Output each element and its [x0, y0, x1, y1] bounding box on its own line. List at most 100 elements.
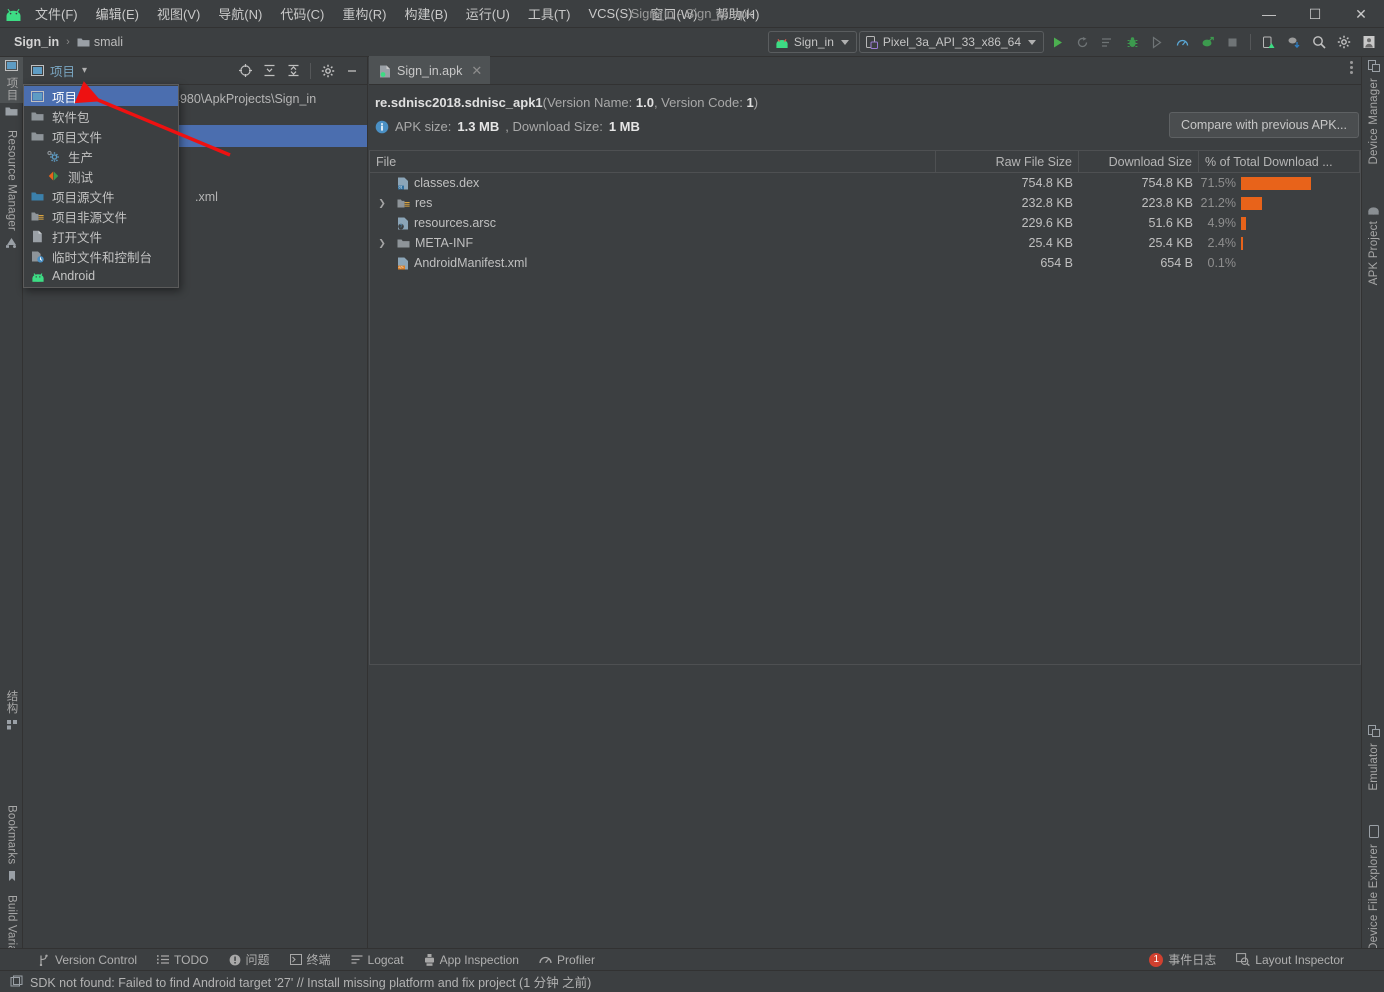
expand-all-button[interactable]	[258, 59, 281, 82]
compare-with-previous-apk-button[interactable]: Compare with previous APK...	[1169, 112, 1359, 138]
dropdown-item-project-source-files[interactable]: 项目源文件	[24, 186, 178, 206]
run-configuration-selector[interactable]: Sign_in	[768, 31, 857, 53]
select-opened-file-button[interactable]	[234, 59, 257, 82]
project-source-files-icon	[30, 189, 45, 204]
sidebar-item-bookmarks[interactable]: Bookmarks	[0, 802, 23, 885]
chevron-right-icon[interactable]: ❯	[376, 238, 388, 249]
menu-refactor[interactable]: 重构(R)	[333, 0, 395, 27]
settings-button[interactable]	[1332, 31, 1355, 54]
dropdown-item-open-files[interactable]: 打开文件	[24, 226, 178, 246]
percent-bar	[1241, 237, 1243, 250]
collapse-all-button[interactable]	[282, 59, 305, 82]
table-row[interactable]: ?resources.arsc229.6 KB51.6 KB4.9%	[370, 213, 1360, 233]
menu-edit[interactable]: 编辑(E)	[87, 0, 148, 27]
hide-panel-button[interactable]	[340, 59, 363, 82]
close-button[interactable]: ✕	[1338, 0, 1384, 28]
cell-file: ❯res	[370, 196, 936, 210]
column-header-3[interactable]: % of Total Download ...	[1199, 151, 1360, 172]
device-manager-icon	[1262, 36, 1275, 49]
dex-file-icon: 01	[397, 177, 409, 190]
account-button[interactable]	[1357, 31, 1380, 54]
toolwindow-terminal-label: 终端	[307, 951, 331, 968]
run-with-coverage-button[interactable]	[1096, 31, 1119, 54]
sidebar-item-commit[interactable]	[0, 103, 23, 120]
menu-navigate[interactable]: 导航(N)	[209, 0, 271, 27]
menu-run[interactable]: 运行(U)	[457, 0, 519, 27]
tests-icon	[46, 169, 61, 184]
attach-debugger-button[interactable]	[1146, 31, 1169, 54]
sidebar-item-resource-manager[interactable]: Resource Manager	[0, 127, 23, 251]
sidebar-item-emulator-label: Emulator	[1368, 740, 1380, 794]
table-row[interactable]: ❯META-INF25.4 KB25.4 KB2.4%	[370, 233, 1360, 253]
run-button[interactable]	[1046, 31, 1069, 54]
stop-button[interactable]	[1221, 31, 1244, 54]
search-everywhere-button[interactable]	[1307, 31, 1330, 54]
column-header-1[interactable]: Raw File Size	[936, 151, 1079, 172]
sidebar-item-emulator[interactable]: Emulator	[1362, 722, 1384, 794]
folder-icon	[5, 103, 18, 120]
sidebar-item-device-manager[interactable]: Device Manager	[1362, 57, 1384, 168]
editor-tab-sign-in-apk[interactable]: Sign_in.apk ✕	[369, 56, 490, 84]
toolwindow-layout-inspector[interactable]: Layout Inspector	[1226, 951, 1354, 969]
chevron-right-icon[interactable]: ❯	[376, 198, 388, 209]
dropdown-item-project[interactable]: 项目	[24, 86, 178, 106]
apply-changes-button[interactable]	[1071, 31, 1094, 54]
dropdown-item-tests[interactable]: 测试	[24, 166, 178, 186]
column-header-0[interactable]: File	[370, 151, 936, 172]
sidebar-item-apk-project[interactable]: APK Project	[1362, 202, 1384, 288]
debug-button[interactable]	[1121, 31, 1144, 54]
tab-options-button[interactable]	[1350, 61, 1353, 74]
menu-view[interactable]: 视图(V)	[148, 0, 209, 27]
toolwindow-todo-label: TODO	[174, 953, 208, 967]
menu-tools[interactable]: 工具(T)	[519, 0, 580, 27]
search-icon	[1312, 35, 1326, 49]
toolwindow-logcat[interactable]: Logcat	[341, 951, 414, 969]
sidebar-item-device-file-explorer[interactable]: Device File Explorer	[1362, 822, 1384, 954]
gear-icon	[321, 64, 335, 78]
cell-raw-size: 232.8 KB	[936, 196, 1079, 210]
dropdown-item-project-non-source-files[interactable]: 项目非源文件	[24, 206, 178, 226]
chevron-down-icon[interactable]: ▾	[82, 65, 87, 76]
apk-size-label: APK size:	[395, 119, 451, 134]
toolwindow-profiler[interactable]: Profiler	[529, 951, 605, 969]
dropdown-item-android[interactable]: Android	[24, 266, 178, 286]
panel-settings-button[interactable]	[316, 59, 339, 82]
table-row[interactable]: ❯res232.8 KB223.8 KB21.2%	[370, 193, 1360, 213]
sdk-download-icon	[1287, 36, 1300, 49]
dropdown-item-project-files[interactable]: 项目文件	[24, 126, 178, 146]
dropdown-item-scratches-and-consoles[interactable]: 临时文件和控制台	[24, 246, 178, 266]
menu-build[interactable]: 构建(B)	[395, 0, 456, 27]
maximize-button[interactable]: ☐	[1292, 0, 1338, 28]
breadcrumb-smali[interactable]: smali	[73, 33, 127, 51]
table-row[interactable]: </>AndroidManifest.xml654 B654 B0.1%	[370, 253, 1360, 273]
menu-code[interactable]: 代码(C)	[271, 0, 333, 27]
dropdown-item-production[interactable]: 生产	[24, 146, 178, 166]
sdk-manager-button[interactable]	[1282, 31, 1305, 54]
apply-code-changes-button[interactable]	[1196, 31, 1219, 54]
toolwindow-event-log[interactable]: 1事件日志	[1139, 949, 1226, 970]
device-selector[interactable]: Pixel_3a_API_33_x86_64	[859, 31, 1044, 53]
project-view-dropdown-menu[interactable]: 项目软件包项目文件生产测试项目源文件项目非源文件打开文件临时文件和控制台Andr…	[23, 84, 179, 288]
toolwindow-problems[interactable]: 问题	[219, 949, 280, 970]
toolwindow-version-control[interactable]: Version Control	[28, 951, 147, 969]
close-icon[interactable]: ✕	[471, 63, 482, 79]
sidebar-item-resource-manager-label: Resource Manager	[6, 127, 18, 234]
device-manager-button[interactable]	[1257, 31, 1280, 54]
dropdown-item-packages[interactable]: 软件包	[24, 106, 178, 126]
breadcrumb[interactable]: Sign_in › smali	[0, 33, 127, 51]
window-title: Sign_in - Sign_in.apk	[631, 6, 754, 21]
status-badge: 1	[1149, 953, 1163, 967]
column-header-2[interactable]: Download Size	[1079, 151, 1199, 172]
toolwindow-todo[interactable]: TODO	[147, 951, 218, 969]
menu-file[interactable]: 文件(F)	[26, 0, 87, 27]
table-row[interactable]: 01classes.dex754.8 KB754.8 KB71.5%	[370, 173, 1360, 193]
minimize-button[interactable]: —	[1246, 0, 1292, 28]
profile-button[interactable]	[1171, 31, 1194, 54]
bookmark-icon	[7, 867, 17, 885]
apply-code-changes-icon	[1201, 36, 1214, 49]
breadcrumb-project[interactable]: Sign_in	[10, 33, 63, 51]
toolwindow-app-inspection[interactable]: App Inspection	[414, 951, 529, 969]
sidebar-item-project[interactable]: 项目	[0, 57, 23, 103]
toolwindow-terminal[interactable]: 终端	[280, 949, 341, 970]
sidebar-item-structure[interactable]: 结构	[0, 687, 23, 733]
